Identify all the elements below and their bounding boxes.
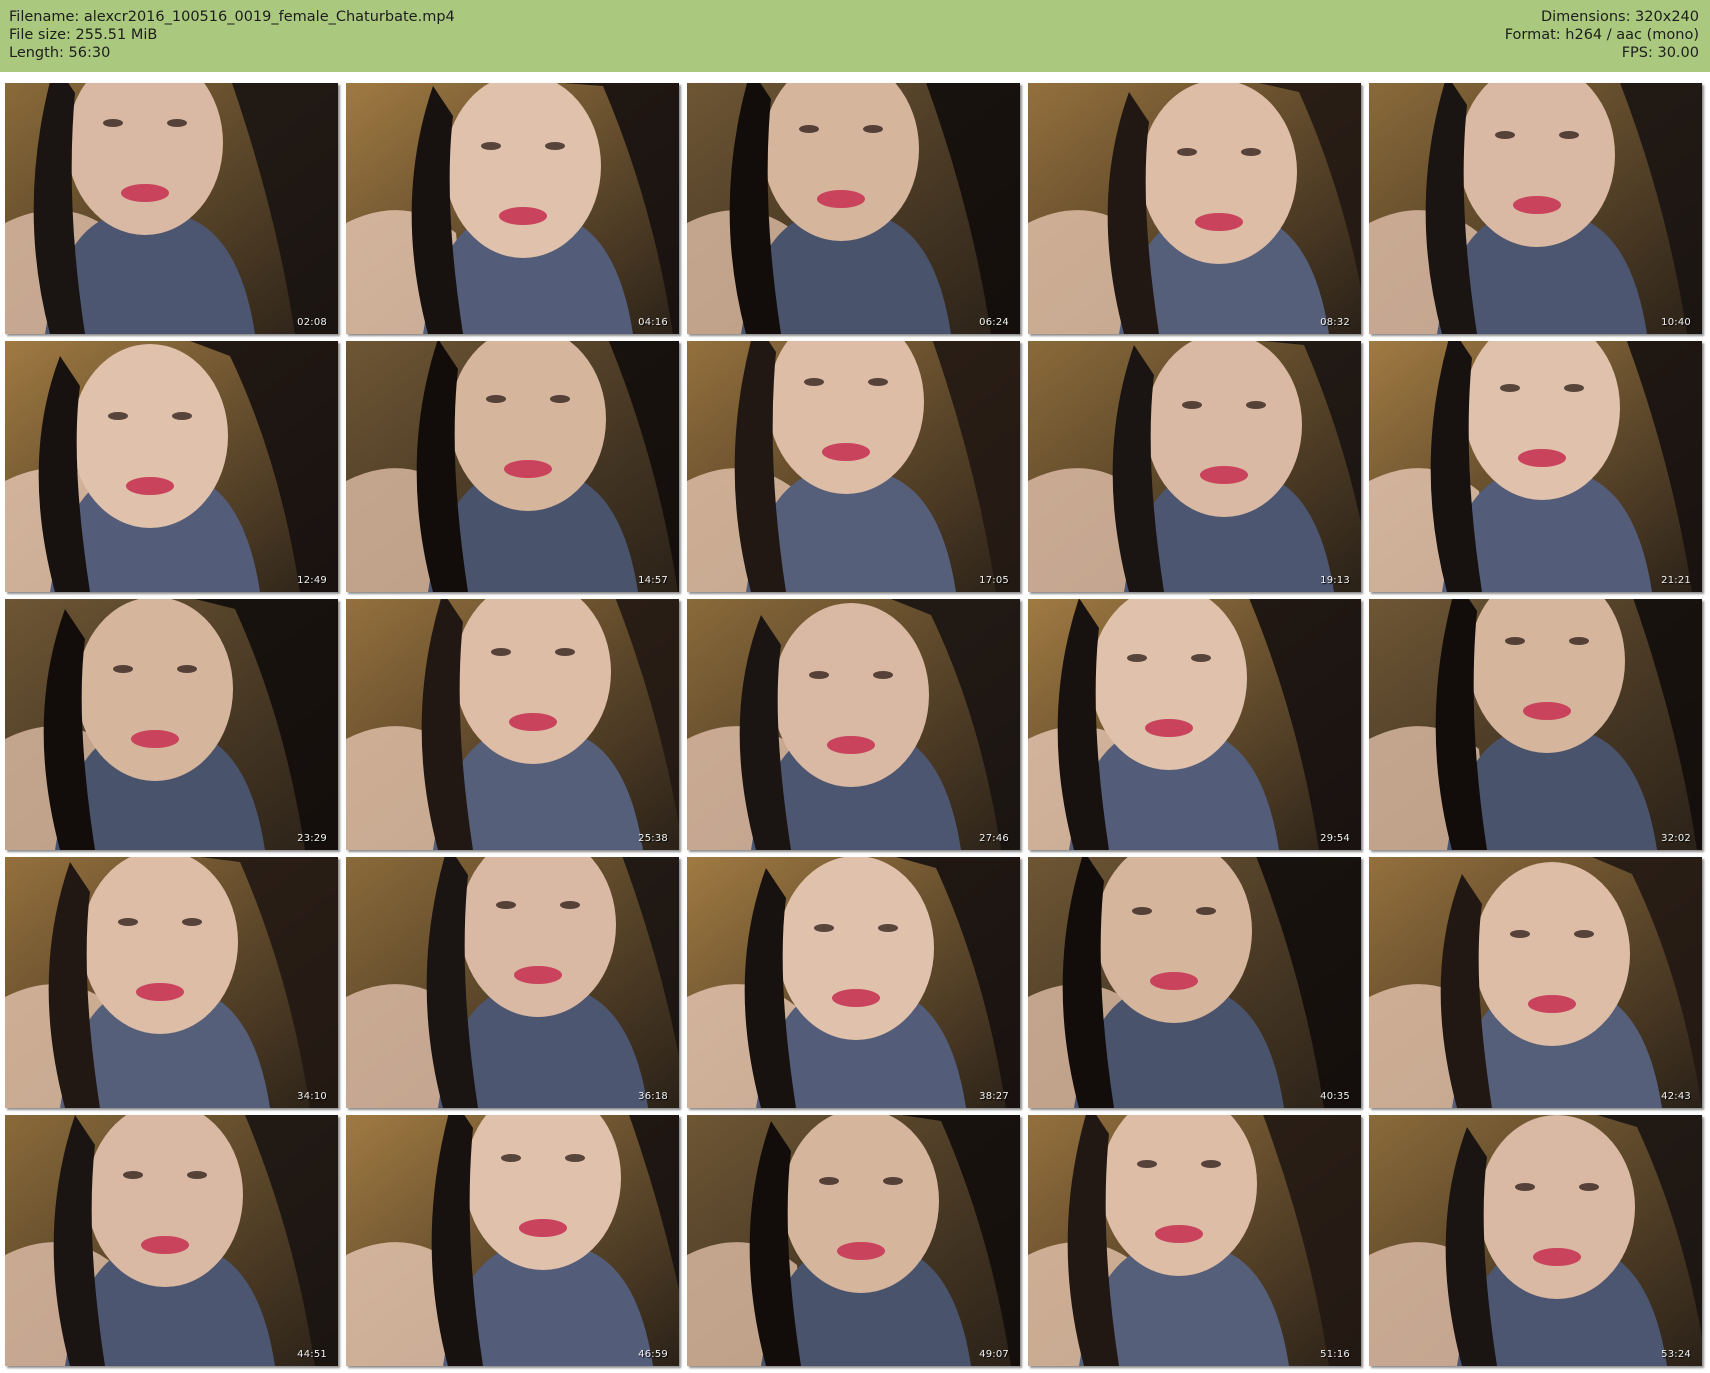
fps-text: FPS: 30.00 [1621, 45, 1699, 61]
video-thumbnail: 06:24 [687, 83, 1020, 334]
thumbnail-timestamp: 46:59 [638, 1349, 668, 1360]
video-thumbnail: 53:24 [1369, 1115, 1702, 1366]
video-thumbnail: 36:18 [346, 857, 679, 1108]
video-thumbnail: 49:07 [687, 1115, 1020, 1366]
info-header: Filename: alexcr2016_100516_0019_female_… [0, 0, 1710, 72]
video-thumbnail: 23:29 [5, 599, 338, 850]
video-thumbnail: 44:51 [5, 1115, 338, 1366]
video-thumbnail: 19:13 [1028, 341, 1361, 592]
thumbnail-timestamp: 53:24 [1661, 1349, 1691, 1360]
thumbnail-timestamp: 12:49 [297, 575, 327, 586]
thumbnail-timestamp: 29:54 [1320, 833, 1350, 844]
video-thumbnail: 29:54 [1028, 599, 1361, 850]
thumbnail-timestamp: 40:35 [1320, 1091, 1350, 1102]
frame-image [5, 857, 338, 1108]
filename-text: Filename: alexcr2016_100516_0019_female_… [9, 9, 455, 25]
thumbnail-timestamp: 49:07 [979, 1349, 1009, 1360]
format-text: Format: h264 / aac (mono) [1504, 27, 1699, 43]
frame-image [687, 1115, 1020, 1366]
frame-image [1369, 341, 1702, 592]
length-text: Length: 56:30 [9, 45, 111, 61]
frame-image [687, 341, 1020, 592]
video-thumbnail: 04:16 [346, 83, 679, 334]
thumbnail-timestamp: 21:21 [1661, 575, 1691, 586]
thumbnail-timestamp: 04:16 [638, 317, 668, 328]
file-info-right: Dimensions: 320x240 Format: h264 / aac (… [1505, 8, 1699, 62]
frame-image [687, 599, 1020, 850]
thumbnail-timestamp: 02:08 [297, 317, 327, 328]
frame-image [5, 341, 338, 592]
thumbnail-timestamp: 06:24 [979, 317, 1009, 328]
thumbnail-timestamp: 14:57 [638, 575, 668, 586]
frame-image [346, 1115, 679, 1366]
thumbnail-timestamp: 19:13 [1320, 575, 1350, 586]
video-thumbnail: 51:16 [1028, 1115, 1361, 1366]
thumbnail-timestamp: 25:38 [638, 833, 668, 844]
frame-image [5, 1115, 338, 1366]
frame-image [1028, 857, 1361, 1108]
thumbnail-timestamp: 38:27 [979, 1091, 1009, 1102]
frame-image [1369, 599, 1702, 850]
dimensions-text: Dimensions: 320x240 [1540, 9, 1699, 25]
video-thumbnail: 32:02 [1369, 599, 1702, 850]
video-thumbnail: 34:10 [5, 857, 338, 1108]
frame-image [1369, 857, 1702, 1108]
video-thumbnail: 42:43 [1369, 857, 1702, 1108]
thumbnail-timestamp: 17:05 [979, 575, 1009, 586]
file-info-left: Filename: alexcr2016_100516_0019_female_… [9, 8, 455, 62]
thumbnail-timestamp: 36:18 [638, 1091, 668, 1102]
frame-image [1369, 83, 1702, 334]
frame-image [346, 857, 679, 1108]
thumbnail-timestamp: 23:29 [297, 833, 327, 844]
video-thumbnail: 17:05 [687, 341, 1020, 592]
frame-image [1369, 1115, 1702, 1366]
frame-image [346, 341, 679, 592]
video-thumbnail: 38:27 [687, 857, 1020, 1108]
video-thumbnail: 27:46 [687, 599, 1020, 850]
frame-image [1028, 599, 1361, 850]
filesize-text: File size: 255.51 MiB [9, 27, 158, 43]
video-thumbnail: 46:59 [346, 1115, 679, 1366]
thumbnail-timestamp: 32:02 [1661, 833, 1691, 844]
thumbnail-timestamp: 10:40 [1661, 317, 1691, 328]
thumbnail-timestamp: 08:32 [1320, 317, 1350, 328]
video-thumbnail: 25:38 [346, 599, 679, 850]
video-thumbnail: 14:57 [346, 341, 679, 592]
video-thumbnail: 12:49 [5, 341, 338, 592]
video-thumbnail: 10:40 [1369, 83, 1702, 334]
frame-image [687, 857, 1020, 1108]
thumbnail-timestamp: 27:46 [979, 833, 1009, 844]
video-thumbnail: 08:32 [1028, 83, 1361, 334]
frame-image [1028, 1115, 1361, 1366]
thumbnail-timestamp: 51:16 [1320, 1349, 1350, 1360]
frame-image [687, 83, 1020, 334]
frame-image [346, 599, 679, 850]
frame-image [5, 599, 338, 850]
thumbnail-timestamp: 44:51 [297, 1349, 327, 1360]
video-thumbnail: 40:35 [1028, 857, 1361, 1108]
video-thumbnail: 21:21 [1369, 341, 1702, 592]
frame-image [5, 83, 338, 334]
frame-image [1028, 341, 1361, 592]
thumbnail-timestamp: 42:43 [1661, 1091, 1691, 1102]
video-thumbnail: 02:08 [5, 83, 338, 334]
frame-image [1028, 83, 1361, 334]
thumbnail-timestamp: 34:10 [297, 1091, 327, 1102]
frame-image [346, 83, 679, 334]
